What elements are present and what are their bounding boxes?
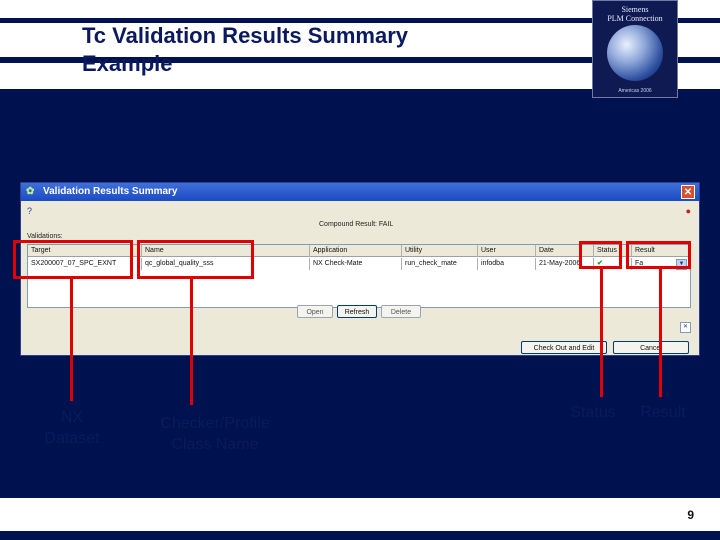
- cell-application: NX Check-Mate: [310, 258, 402, 270]
- dialog-titlebar[interactable]: ✿ Validation Results Summary ✕: [21, 183, 699, 201]
- logo-text: Siemens PLM Connection: [607, 5, 663, 23]
- leader-line-target: [70, 279, 73, 401]
- slide-title: Tc Validation Results Summary Example: [82, 23, 409, 76]
- leader-line-result: [659, 269, 662, 397]
- callout-checker-profile: Checker/Profile Class Name: [160, 415, 270, 453]
- open-button[interactable]: Open: [297, 305, 333, 318]
- callout-result: Result: [640, 404, 686, 421]
- leader-line-status: [600, 269, 603, 397]
- dismiss-icon[interactable]: ✕: [680, 322, 691, 333]
- column-header-user[interactable]: User: [478, 245, 536, 257]
- callout-status: Status: [570, 404, 616, 421]
- cell-user: infodba: [478, 258, 536, 270]
- logo-year: Americas 2006: [618, 88, 652, 94]
- globe-icon: [607, 25, 663, 81]
- column-header-utility[interactable]: Utility: [402, 245, 478, 257]
- dialog-title: Validation Results Summary: [43, 186, 178, 197]
- check-out-and-edit-button[interactable]: Check Out and Edit: [521, 341, 607, 354]
- highlight-box-status: [579, 241, 622, 269]
- callout-nx-dataset: NX Dataset: [44, 409, 100, 447]
- plm-connection-logo: Siemens PLM Connection Americas 2006: [592, 0, 678, 98]
- delete-button[interactable]: Delete: [381, 305, 421, 318]
- fail-status-icon: ●: [685, 206, 691, 216]
- highlight-box-result: [626, 241, 691, 269]
- close-button[interactable]: ✕: [681, 185, 695, 199]
- compound-result: Compound Result: FAIL: [319, 221, 394, 228]
- cancel-button[interactable]: Cancel: [613, 341, 689, 354]
- refresh-button[interactable]: Refresh: [337, 305, 377, 318]
- cell-utility: run_check_mate: [402, 258, 478, 270]
- highlight-box-name: [137, 240, 254, 279]
- footer-band: [0, 498, 720, 531]
- help-icon[interactable]: ?: [27, 206, 32, 216]
- column-header-application[interactable]: Application: [310, 245, 402, 257]
- leader-line-name: [190, 279, 193, 405]
- page-number: 9: [687, 508, 694, 522]
- validations-label: Validations:: [27, 233, 63, 240]
- highlight-box-target: [13, 240, 133, 279]
- app-icon: ✿: [26, 186, 35, 197]
